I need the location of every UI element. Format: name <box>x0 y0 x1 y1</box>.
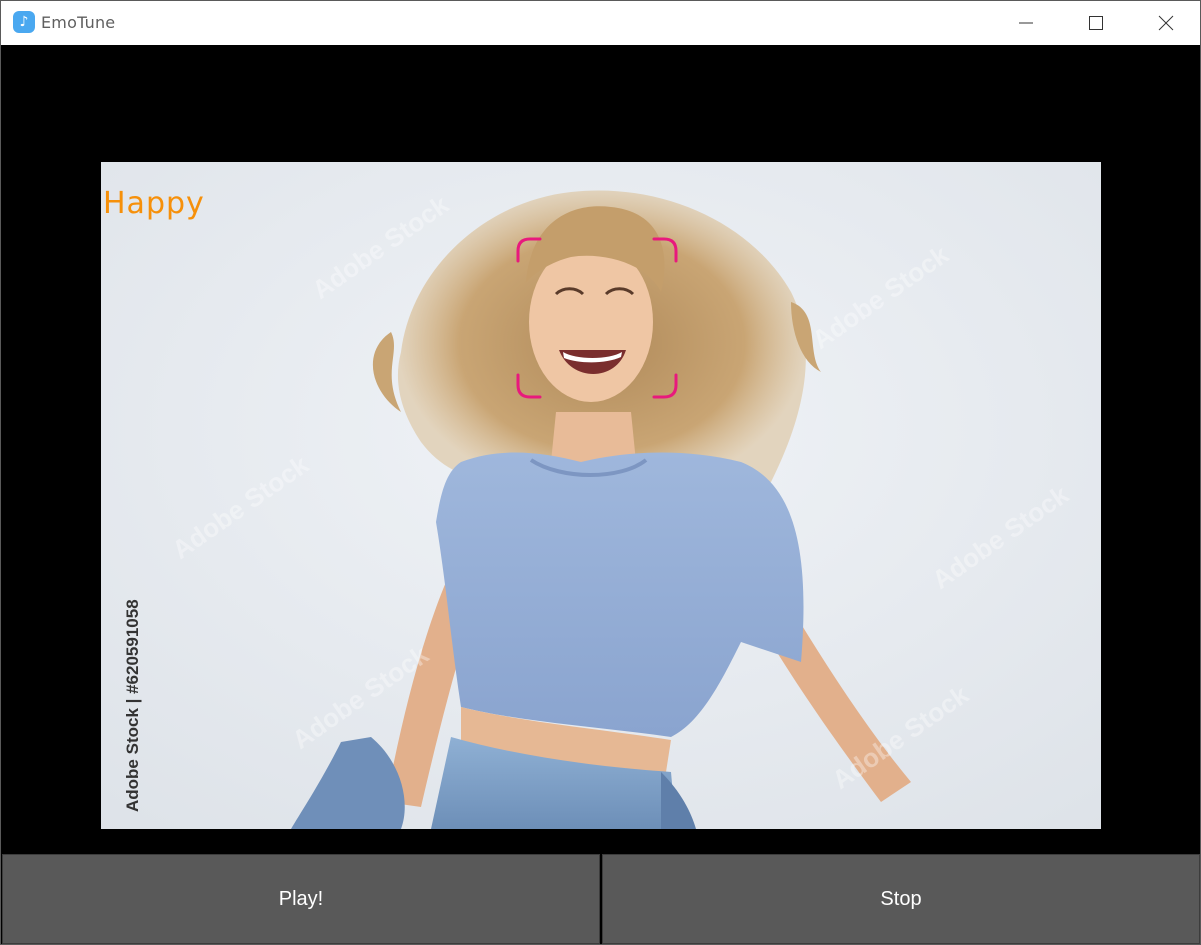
minimize-icon <box>1019 22 1033 24</box>
close-icon <box>1158 15 1174 31</box>
music-note-icon: ♪ <box>13 11 35 33</box>
close-button[interactable] <box>1131 1 1201 45</box>
image-credit: Adobe Stock | #620591058 <box>123 599 142 812</box>
title-bar[interactable]: ♪ EmoTune <box>1 1 1200 45</box>
minimize-button[interactable] <box>991 1 1061 45</box>
emotion-label: Happy <box>103 186 205 221</box>
app-window: ♪ EmoTune Adobe Stock Adobe Stock Adobe … <box>0 0 1201 945</box>
maximize-icon <box>1089 16 1103 30</box>
play-button[interactable]: Play! <box>2 854 600 944</box>
camera-frame: Adobe Stock Adobe Stock Adobe Stock Adob… <box>101 162 1101 829</box>
maximize-button[interactable] <box>1061 1 1131 45</box>
camera-view: Adobe Stock Adobe Stock Adobe Stock Adob… <box>1 45 1200 853</box>
window-title: EmoTune <box>41 13 116 32</box>
face-detection-box <box>516 237 678 399</box>
stop-button[interactable]: Stop <box>602 854 1200 944</box>
